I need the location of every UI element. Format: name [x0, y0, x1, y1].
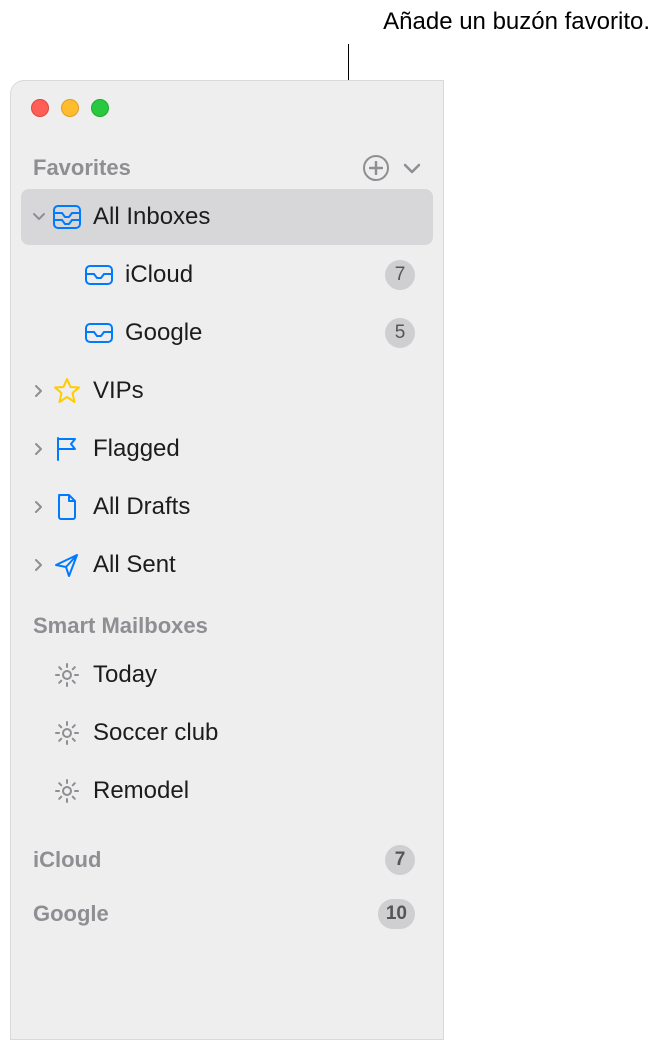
inbox-icon — [81, 264, 117, 286]
smart-mailboxes-title: Smart Mailboxes — [33, 613, 421, 639]
sidebar-item-flagged[interactable]: Flagged — [21, 421, 433, 477]
gear-icon — [49, 661, 85, 689]
all-drafts-label: All Drafts — [85, 493, 415, 521]
close-window-button[interactable] — [31, 99, 49, 117]
account-google-label: Google — [33, 901, 378, 927]
vips-label: VIPs — [85, 377, 415, 405]
sidebar-item-icloud-inbox[interactable]: iCloud 7 — [21, 247, 433, 303]
chevron-down-icon[interactable] — [29, 212, 49, 222]
favorites-section-header: Favorites — [11, 127, 443, 187]
icloud-inbox-badge: 7 — [385, 260, 415, 290]
icloud-inbox-label: iCloud — [117, 261, 385, 289]
flagged-label: Flagged — [85, 435, 415, 463]
sidebar-item-today[interactable]: Today — [21, 647, 433, 703]
today-label: Today — [85, 661, 415, 689]
window-controls — [11, 81, 443, 127]
google-inbox-label: Google — [117, 319, 385, 347]
all-sent-label: All Sent — [85, 551, 415, 579]
remodel-label: Remodel — [85, 777, 415, 805]
chevron-right-icon[interactable] — [29, 384, 49, 398]
chevron-right-icon[interactable] — [29, 558, 49, 572]
account-icloud[interactable]: iCloud 7 — [11, 833, 443, 887]
gear-icon — [49, 777, 85, 805]
add-favorite-button[interactable] — [363, 155, 389, 181]
account-google[interactable]: Google 10 — [11, 887, 443, 941]
sidebar-item-all-drafts[interactable]: All Drafts — [21, 479, 433, 535]
callout-text: Añade un buzón favorito. — [383, 8, 650, 36]
sidebar-item-soccer-club[interactable]: Soccer club — [21, 705, 433, 761]
document-icon — [49, 493, 85, 521]
zoom-window-button[interactable] — [91, 99, 109, 117]
smart-mailboxes-header: Smart Mailboxes — [11, 595, 443, 645]
chevron-right-icon[interactable] — [29, 500, 49, 514]
minimize-window-button[interactable] — [61, 99, 79, 117]
chevron-right-icon[interactable] — [29, 442, 49, 456]
google-inbox-badge: 5 — [385, 318, 415, 348]
sidebar-item-remodel[interactable]: Remodel — [21, 763, 433, 819]
sidebar-item-all-inboxes[interactable]: All Inboxes — [21, 189, 433, 245]
paper-plane-icon — [49, 551, 85, 579]
all-inboxes-label: All Inboxes — [85, 203, 415, 231]
mail-sidebar-window: Favorites All Inboxes — [10, 80, 444, 1040]
favorites-title: Favorites — [33, 155, 363, 181]
inbox-icon — [81, 322, 117, 344]
flag-icon — [49, 435, 85, 463]
favorites-chevron-icon[interactable] — [403, 155, 421, 181]
sidebar-item-google-inbox[interactable]: Google 5 — [21, 305, 433, 361]
star-icon — [49, 377, 85, 405]
plus-icon — [369, 161, 383, 175]
account-icloud-label: iCloud — [33, 847, 385, 873]
gear-icon — [49, 719, 85, 747]
sidebar-item-all-sent[interactable]: All Sent — [21, 537, 433, 593]
soccer-club-label: Soccer club — [85, 719, 415, 747]
account-icloud-badge: 7 — [385, 845, 415, 875]
sidebar-item-vips[interactable]: VIPs — [21, 363, 433, 419]
all-inboxes-icon — [49, 204, 85, 230]
account-google-badge: 10 — [378, 899, 415, 929]
